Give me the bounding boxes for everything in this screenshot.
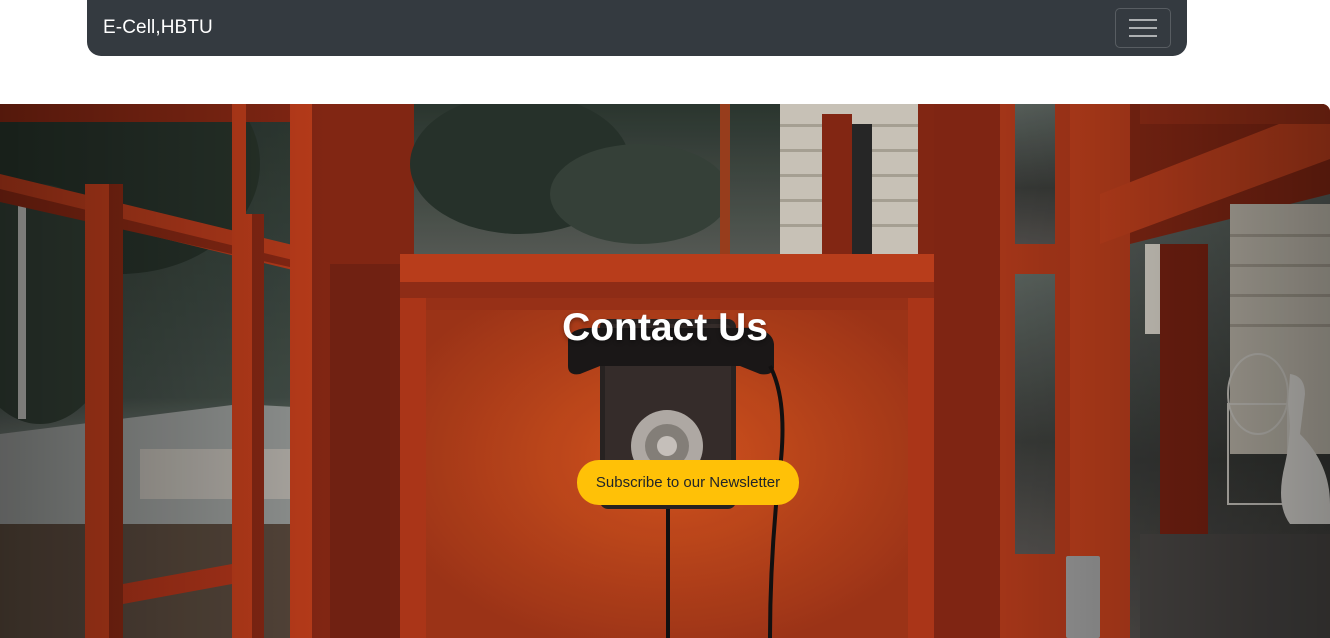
subscribe-newsletter-button[interactable]: Subscribe to our Newsletter [577, 460, 799, 505]
hero-section: Contact Us Subscribe to our Newsletter [0, 104, 1330, 638]
hamburger-menu-icon [1129, 19, 1157, 37]
navbar: E-Cell,HBTU [87, 0, 1187, 56]
page-title: Contact Us [562, 306, 768, 349]
navbar-toggler-button[interactable] [1115, 8, 1171, 48]
brand-link[interactable]: E-Cell,HBTU [103, 17, 213, 39]
phone-booth-background-image [0, 104, 1330, 638]
